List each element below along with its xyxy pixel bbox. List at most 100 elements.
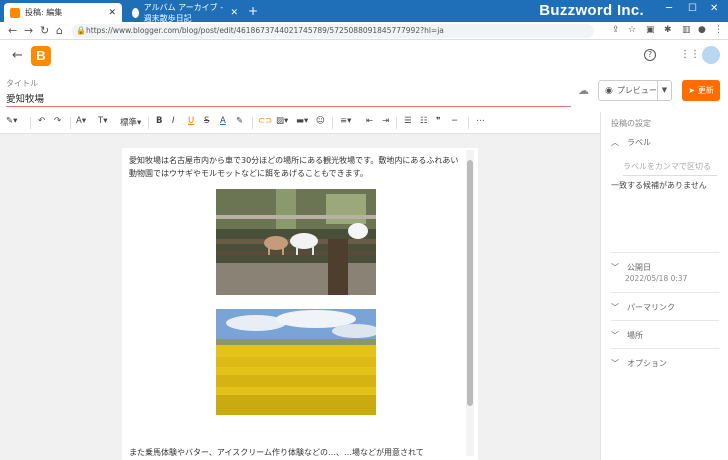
chevron-down-icon: ﹀ [611, 331, 619, 340]
title-area: タイトル 愛知牧場 ☁ ◉ プレビュー ▼ ➤ 更新 [0, 72, 728, 112]
numbered-list-icon[interactable]: ☷ [420, 116, 428, 126]
blogger-logo-icon[interactable]: B [31, 46, 51, 66]
published-label: 公開日 [627, 263, 651, 272]
location-label: 場所 [627, 331, 643, 340]
permalink-label: パーマリンク [627, 303, 675, 312]
new-tab-icon[interactable]: + [248, 4, 258, 18]
chevron-down-icon: ﹀ [611, 303, 619, 312]
update-label: 更新 [697, 86, 714, 95]
help-icon[interactable]: ? [644, 49, 656, 61]
post-body-continuation[interactable]: また乗馬体験やバター、アイスクリーム作り体験などの…、…場などが用意されて [129, 447, 424, 458]
home-icon[interactable]: ⌂ [56, 24, 63, 37]
update-button[interactable]: ➤ 更新 [682, 80, 720, 101]
permalink-section-toggle[interactable]: ﹀ パーマリンク [611, 302, 675, 313]
labels-section-label: ラベル [627, 138, 651, 147]
divider [611, 252, 719, 253]
bookmark-star-icon[interactable]: ☆ [628, 25, 636, 35]
sidepanel-icon[interactable]: ▥ [682, 25, 691, 35]
italic-icon[interactable]: I [172, 116, 175, 126]
title-input[interactable]: 愛知牧場 [6, 91, 44, 105]
app-header: ← B ? ⋮⋮⋮ [0, 40, 728, 72]
tab-editor-title: 投稿: 編集 [25, 8, 63, 17]
address-bar: ← → ↻ ⌂ 🔒 https://www.blogger.com/blog/p… [0, 22, 728, 40]
close-icon[interactable]: ✕ [108, 8, 116, 18]
scrollbar-thumb[interactable] [467, 160, 473, 406]
options-label: オプション [627, 359, 667, 368]
avatar[interactable] [702, 46, 720, 64]
emoji-icon[interactable]: ☺ [316, 116, 325, 126]
align-icon[interactable]: ≡▾ [340, 116, 351, 126]
url-field[interactable]: 🔒 https://www.blogger.com/blog/post/edit… [72, 24, 594, 38]
back-arrow-icon[interactable]: ← [8, 24, 17, 37]
more-icon[interactable]: ⋯ [476, 116, 485, 126]
divider [252, 117, 253, 129]
published-section-toggle[interactable]: ﹀ 公開日 [611, 262, 651, 273]
chevron-down-icon: ﹀ [611, 359, 619, 368]
lock-icon: 🔒 [76, 26, 86, 35]
font-size-icon[interactable]: T▾ [98, 116, 107, 126]
options-section-toggle[interactable]: ﹀ オプション [611, 358, 667, 369]
extension-icon[interactable]: ▣ [646, 25, 655, 35]
paragraph-style-select[interactable]: 標準▾ [120, 116, 141, 128]
close-icon[interactable]: ✕ [230, 8, 238, 18]
cloud-off-icon: ☁ [578, 84, 589, 97]
brand-watermark: Buzzword Inc. [539, 2, 644, 19]
remove-format-icon[interactable]: ─ [452, 116, 457, 126]
google-favicon-icon [132, 7, 139, 18]
image-icon[interactable]: ▨▾ [276, 116, 288, 126]
rapeseed-field-photo[interactable] [216, 309, 376, 415]
bold-icon[interactable]: B [156, 116, 162, 126]
quote-icon[interactable]: ❞ [436, 116, 441, 126]
divider [611, 320, 719, 321]
goat-photo[interactable] [216, 189, 376, 295]
tab-editor[interactable]: 投稿: 編集 ✕ [4, 3, 122, 22]
chevron-down-icon[interactable]: ▼ [657, 81, 671, 100]
undo-icon[interactable]: ↶ [38, 116, 45, 126]
video-icon[interactable]: ▬▾ [296, 116, 308, 126]
back-arrow-icon[interactable]: ← [12, 48, 23, 63]
editor-toolbar: ✎▾ ↶ ↷ A▾ T▾ 標準▾ B I U S A ✎ ⊂⊃ ▨▾ ▬▾ ☺ … [0, 112, 600, 134]
title-label: タイトル [6, 79, 38, 88]
underline-icon[interactable]: U [188, 116, 194, 126]
strikethrough-icon[interactable]: S [204, 116, 209, 126]
chevron-up-icon: ︿ [611, 138, 619, 147]
maximize-icon[interactable]: ☐ [688, 3, 697, 14]
browser-titlebar: 投稿: 編集 ✕ アルバム アーカイブ - 週末散歩日記 ✕ + Buzzwor… [0, 0, 728, 23]
labels-section-toggle[interactable]: ︿ ラベル [611, 137, 651, 148]
text-color-icon[interactable]: A [220, 116, 226, 126]
bulleted-list-icon[interactable]: ☰ [404, 116, 412, 126]
chevron-down-icon: ﹀ [611, 263, 619, 272]
minimize-icon[interactable]: ─ [666, 3, 672, 14]
divider [468, 117, 469, 129]
no-match-message: 一致する候補がありません [611, 181, 707, 190]
forward-arrow-icon[interactable]: → [24, 24, 33, 37]
preview-button[interactable]: ◉ プレビュー ▼ [598, 80, 672, 101]
post-body-text[interactable]: 愛知牧場は名古屋市内から車で30分ほどの場所にある観光牧場です。敷地内にあるふれ… [129, 154, 465, 180]
share-icon[interactable]: ⇪ [612, 25, 620, 35]
profile-icon[interactable]: ● [698, 25, 706, 35]
highlight-icon[interactable]: ✎ [236, 116, 243, 126]
post-settings-sidebar: 投稿の設定 ︿ ラベル ラベルをカンマで区切る 一致する候補がありません ﹀ 公… [600, 112, 728, 460]
font-icon[interactable]: A▾ [76, 116, 86, 126]
menu-icon[interactable]: ⋮ [714, 25, 723, 35]
tab-album[interactable]: アルバム アーカイブ - 週末散歩日記 ✕ [126, 2, 244, 23]
indent-increase-icon[interactable]: ⇥ [382, 116, 389, 126]
divider [611, 292, 719, 293]
paragraph-style-label: 標準 [120, 118, 138, 128]
tab-album-title: アルバム アーカイブ - 週末散歩日記 [143, 2, 224, 23]
location-section-toggle[interactable]: ﹀ 場所 [611, 330, 643, 341]
editor-scrollbar[interactable] [466, 150, 474, 456]
published-date: 2022/05/18 0:37 [625, 274, 688, 283]
reload-icon[interactable]: ↻ [40, 24, 49, 37]
redo-icon[interactable]: ↷ [54, 116, 61, 126]
window-close-icon[interactable]: ✕ [710, 3, 718, 14]
puzzle-icon[interactable]: ✱ [664, 25, 672, 35]
link-icon[interactable]: ⊂⊃ [258, 116, 272, 126]
divider [30, 117, 31, 129]
divider [611, 348, 719, 349]
compose-mode-icon[interactable]: ✎▾ [6, 116, 17, 126]
indent-decrease-icon[interactable]: ⇤ [366, 116, 373, 126]
sidebar-heading: 投稿の設定 [611, 119, 651, 128]
editor-page[interactable]: 愛知牧場は名古屋市内から車で30分ほどの場所にある観光牧場です。敷地内にあるふれ… [122, 148, 478, 460]
labels-input[interactable]: ラベルをカンマで区切る [623, 161, 717, 176]
